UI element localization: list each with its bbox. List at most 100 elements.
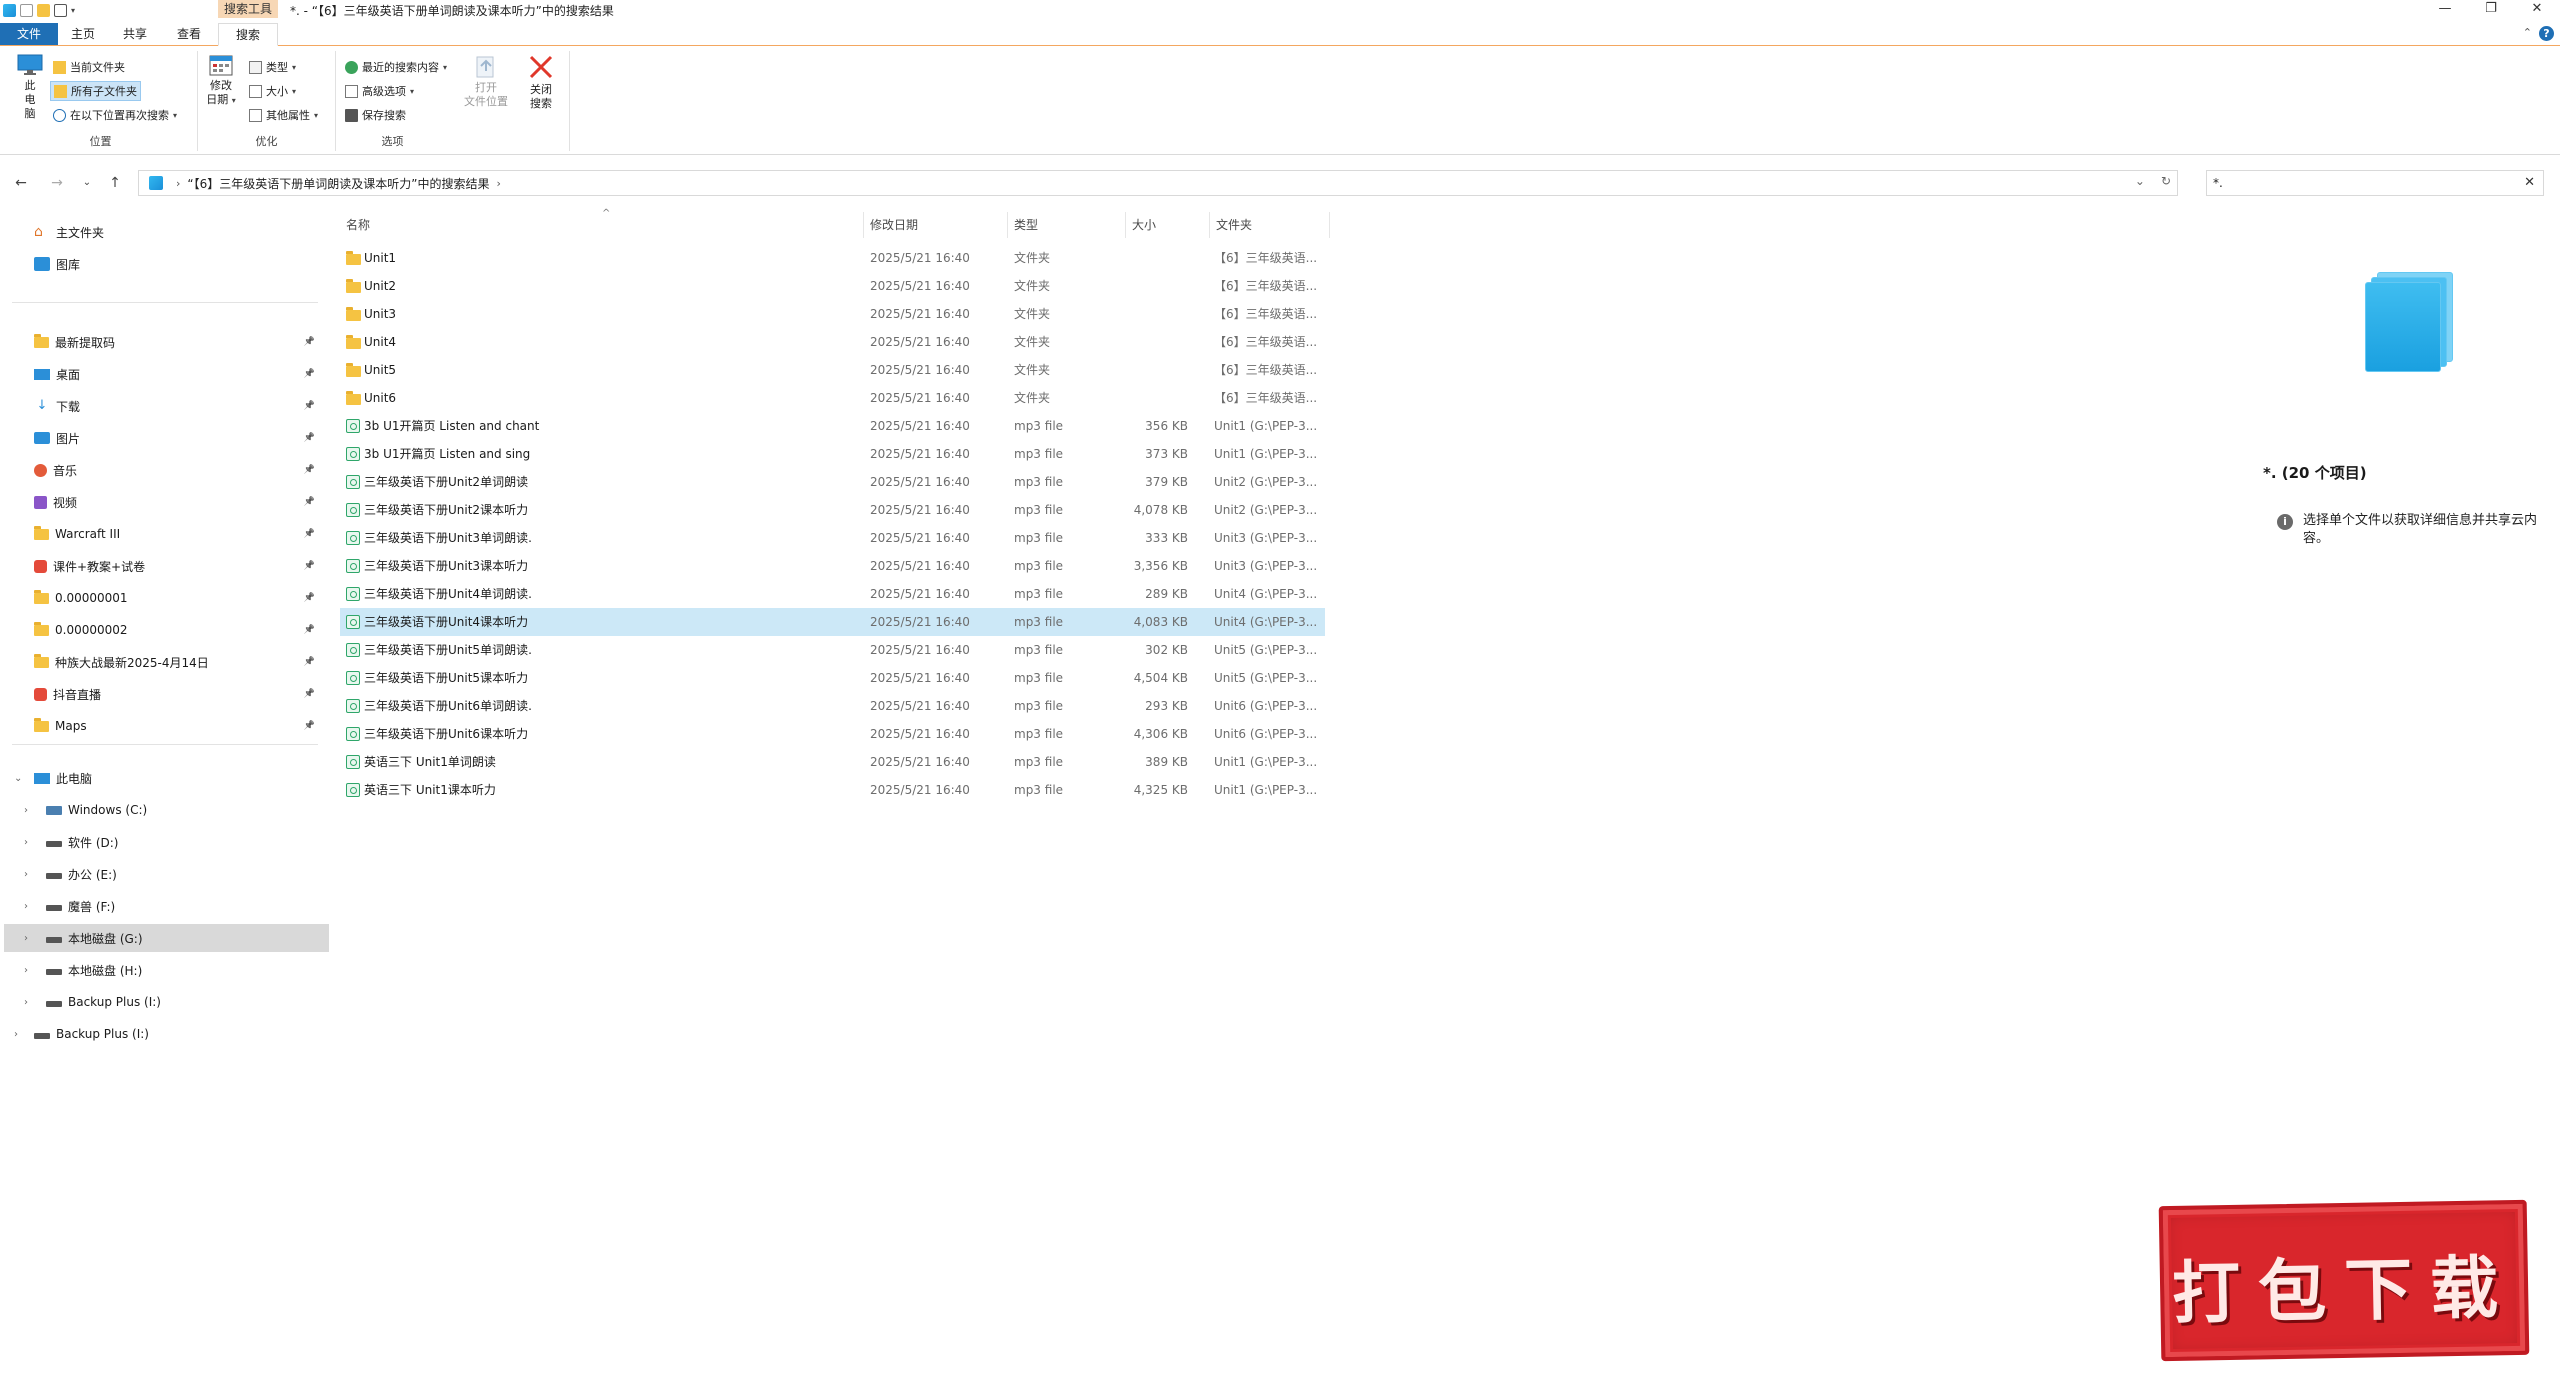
maximize-button[interactable]: ❐ (2468, 0, 2514, 20)
pin-icon[interactable]: 📌 (304, 689, 315, 699)
minimize-button[interactable]: — (2422, 0, 2468, 20)
chevron-right-icon[interactable]: › (14, 1029, 18, 1040)
nav-item-drive[interactable]: › 本地磁盘 (H:) (4, 956, 329, 984)
collapse-ribbon-icon[interactable]: ⌃ (2523, 26, 2532, 39)
tab-search[interactable]: 搜索 (218, 23, 278, 46)
pin-icon[interactable]: 📌 (304, 721, 315, 731)
file-row[interactable]: 英语三下 Unit1单词朗读 2025/5/21 16:40 mp3 file 389… (340, 748, 1325, 776)
pin-icon[interactable]: 📌 (304, 465, 315, 475)
nav-item-pinned[interactable]: 抖音直播 📌 (0, 680, 325, 708)
file-row[interactable]: 三年级英语下册Unit3单词朗读. 2025/5/21 16:40 mp3 file… (340, 524, 1325, 552)
properties-icon[interactable] (20, 3, 33, 17)
new-folder-icon[interactable] (37, 3, 50, 17)
close-button[interactable]: ✕ (2514, 0, 2560, 20)
current-folder-button[interactable]: 当前文件夹 (50, 57, 128, 77)
file-row[interactable]: Unit3 2025/5/21 16:40 文件夹 【6】三年级英语... (340, 300, 1325, 328)
file-row[interactable]: 三年级英语下册Unit5课本听力 2025/5/21 16:40 mp3 file 4… (340, 664, 1325, 692)
nav-item-drive[interactable]: › Backup Plus (I:) (4, 988, 329, 1016)
tab-file[interactable]: 文件 (0, 23, 58, 45)
file-row[interactable]: 3b U1开篇页 Listen and sing 2025/5/21 16:40 m… (340, 440, 1325, 468)
nav-item-pinned[interactable]: 视频 📌 (0, 488, 325, 516)
chevron-right-icon[interactable]: › (24, 901, 28, 912)
file-row[interactable]: 三年级英语下册Unit5单词朗读. 2025/5/21 16:40 mp3 file… (340, 636, 1325, 664)
file-row[interactable]: Unit4 2025/5/21 16:40 文件夹 【6】三年级英语... (340, 328, 1325, 356)
column-header-date[interactable]: 修改日期 (864, 212, 1008, 238)
pin-icon[interactable]: 📌 (304, 561, 315, 571)
pin-icon[interactable]: 📌 (304, 529, 315, 539)
pin-icon[interactable]: 📌 (304, 369, 315, 379)
forward-button[interactable]: → (46, 173, 68, 193)
all-subfolders-button[interactable]: 所有子文件夹 (50, 81, 141, 101)
nav-item-pinned[interactable]: 图片 📌 (0, 424, 325, 452)
refresh-icon[interactable]: ↻ (2161, 174, 2171, 188)
chevron-right-icon[interactable]: › (24, 837, 28, 848)
pin-icon[interactable]: 📌 (304, 593, 315, 603)
chevron-right-icon[interactable]: › (24, 805, 28, 816)
column-header-folder[interactable]: 文件夹 (1210, 212, 1330, 238)
nav-item-pinned[interactable]: 最新提取码 📌 (0, 328, 325, 356)
nav-item-drive[interactable]: › 本地磁盘 (G:) (4, 924, 329, 952)
open-file-location-button[interactable]: 打开 文件位置 (460, 53, 512, 109)
column-header-type[interactable]: 类型 (1008, 212, 1126, 238)
clipboard-icon[interactable] (54, 3, 67, 17)
file-row[interactable]: Unit5 2025/5/21 16:40 文件夹 【6】三年级英语... (340, 356, 1325, 384)
tab-home[interactable]: 主页 (62, 23, 104, 45)
nav-item-this-pc[interactable]: ⌄ 此电脑 (0, 764, 325, 792)
recent-searches-button[interactable]: 最近的搜索内容 ▾ (342, 57, 450, 77)
file-row[interactable]: Unit1 2025/5/21 16:40 文件夹 【6】三年级英语... (340, 244, 1325, 272)
pin-icon[interactable]: 📌 (304, 497, 315, 507)
file-row[interactable]: 三年级英语下册Unit6单词朗读. 2025/5/21 16:40 mp3 file… (340, 692, 1325, 720)
file-row[interactable]: 3b U1开篇页 Listen and chant 2025/5/21 16:40… (340, 412, 1325, 440)
column-header-name[interactable]: 名称 (340, 212, 864, 238)
tab-view[interactable]: 查看 (168, 23, 210, 45)
expanded-chevron-icon[interactable]: ⌄ (14, 773, 22, 784)
back-button[interactable]: ← (10, 173, 32, 193)
search-input[interactable]: *. ✕ (2206, 170, 2544, 196)
nav-item-drive[interactable]: › 魔兽 (F:) (4, 892, 329, 920)
tab-share[interactable]: 共享 (114, 23, 156, 45)
size-button[interactable]: 大小 ▾ (246, 81, 299, 101)
other-properties-button[interactable]: 其他属性 ▾ (246, 105, 321, 125)
clear-search-icon[interactable]: ✕ (2524, 175, 2535, 190)
file-row[interactable]: 三年级英语下册Unit2单词朗读 2025/5/21 16:40 mp3 file 3… (340, 468, 1325, 496)
file-row[interactable]: Unit2 2025/5/21 16:40 文件夹 【6】三年级英语... (340, 272, 1325, 300)
chevron-right-icon[interactable]: › (24, 869, 28, 880)
nav-item-backup-plus[interactable]: › Backup Plus (I:) (0, 1020, 325, 1048)
advanced-options-button[interactable]: 高级选项 ▾ (342, 81, 417, 101)
nav-item-pinned[interactable]: Maps 📌 (0, 712, 325, 740)
pin-icon[interactable]: 📌 (304, 657, 315, 667)
up-button[interactable]: ↑ (104, 173, 126, 193)
nav-item-pinned[interactable]: Warcraft III 📌 (0, 520, 325, 548)
address-history-chevron-icon[interactable]: ⌄ (2135, 174, 2145, 188)
file-row[interactable]: 三年级英语下册Unit4课本听力 2025/5/21 16:40 mp3 file 4… (340, 608, 1325, 636)
breadcrumb-current[interactable]: “【6】三年级英语下册单词朗读及课本听力”中的搜索结果 (187, 175, 489, 192)
nav-item-drive[interactable]: › Windows (C:) (4, 796, 329, 824)
pin-icon[interactable]: 📌 (304, 401, 315, 411)
file-row[interactable]: 三年级英语下册Unit2课本听力 2025/5/21 16:40 mp3 file 4… (340, 496, 1325, 524)
customize-qat-icon[interactable]: ▾ (71, 6, 75, 15)
date-modified-button[interactable]: 修改 日期 ▾ (204, 53, 238, 108)
pin-icon[interactable]: 📌 (304, 337, 315, 347)
nav-item-pinned[interactable]: 桌面 📌 (0, 360, 325, 388)
recent-locations-button[interactable]: ⌄ (76, 173, 98, 193)
this-pc-button[interactable]: 此电脑 (10, 53, 50, 121)
close-search-button[interactable]: 关闭 搜索 (518, 53, 564, 111)
save-search-button[interactable]: 保存搜索 (342, 105, 409, 125)
chevron-right-icon[interactable]: › (24, 933, 28, 944)
pin-icon[interactable]: 📌 (304, 433, 315, 443)
address-bar[interactable]: › “【6】三年级英语下册单词朗读及课本听力”中的搜索结果 › ⌄ ↻ (138, 170, 2178, 196)
nav-item-gallery[interactable]: 图库 (0, 250, 325, 278)
nav-item-pinned[interactable]: 音乐 📌 (0, 456, 325, 484)
nav-item-home[interactable]: ⌂ 主文件夹 (0, 218, 325, 246)
kind-button[interactable]: 类型 ▾ (246, 57, 299, 77)
nav-item-pinned[interactable]: 种族大战最新2025-4月14日 📌 (0, 648, 325, 676)
search-again-button[interactable]: 在以下位置再次搜索 ▾ (50, 105, 180, 125)
pin-icon[interactable]: 📌 (304, 625, 315, 635)
file-row[interactable]: Unit6 2025/5/21 16:40 文件夹 【6】三年级英语... (340, 384, 1325, 412)
chevron-right-icon[interactable]: › (24, 997, 28, 1008)
nav-item-drive[interactable]: › 办公 (E:) (4, 860, 329, 888)
file-row[interactable]: 三年级英语下册Unit4单词朗读. 2025/5/21 16:40 mp3 file… (340, 580, 1325, 608)
file-row[interactable]: 英语三下 Unit1课本听力 2025/5/21 16:40 mp3 file 4,3… (340, 776, 1325, 804)
nav-item-pinned[interactable]: 0.00000002 📌 (0, 616, 325, 644)
column-header-size[interactable]: 大小 (1126, 212, 1210, 238)
